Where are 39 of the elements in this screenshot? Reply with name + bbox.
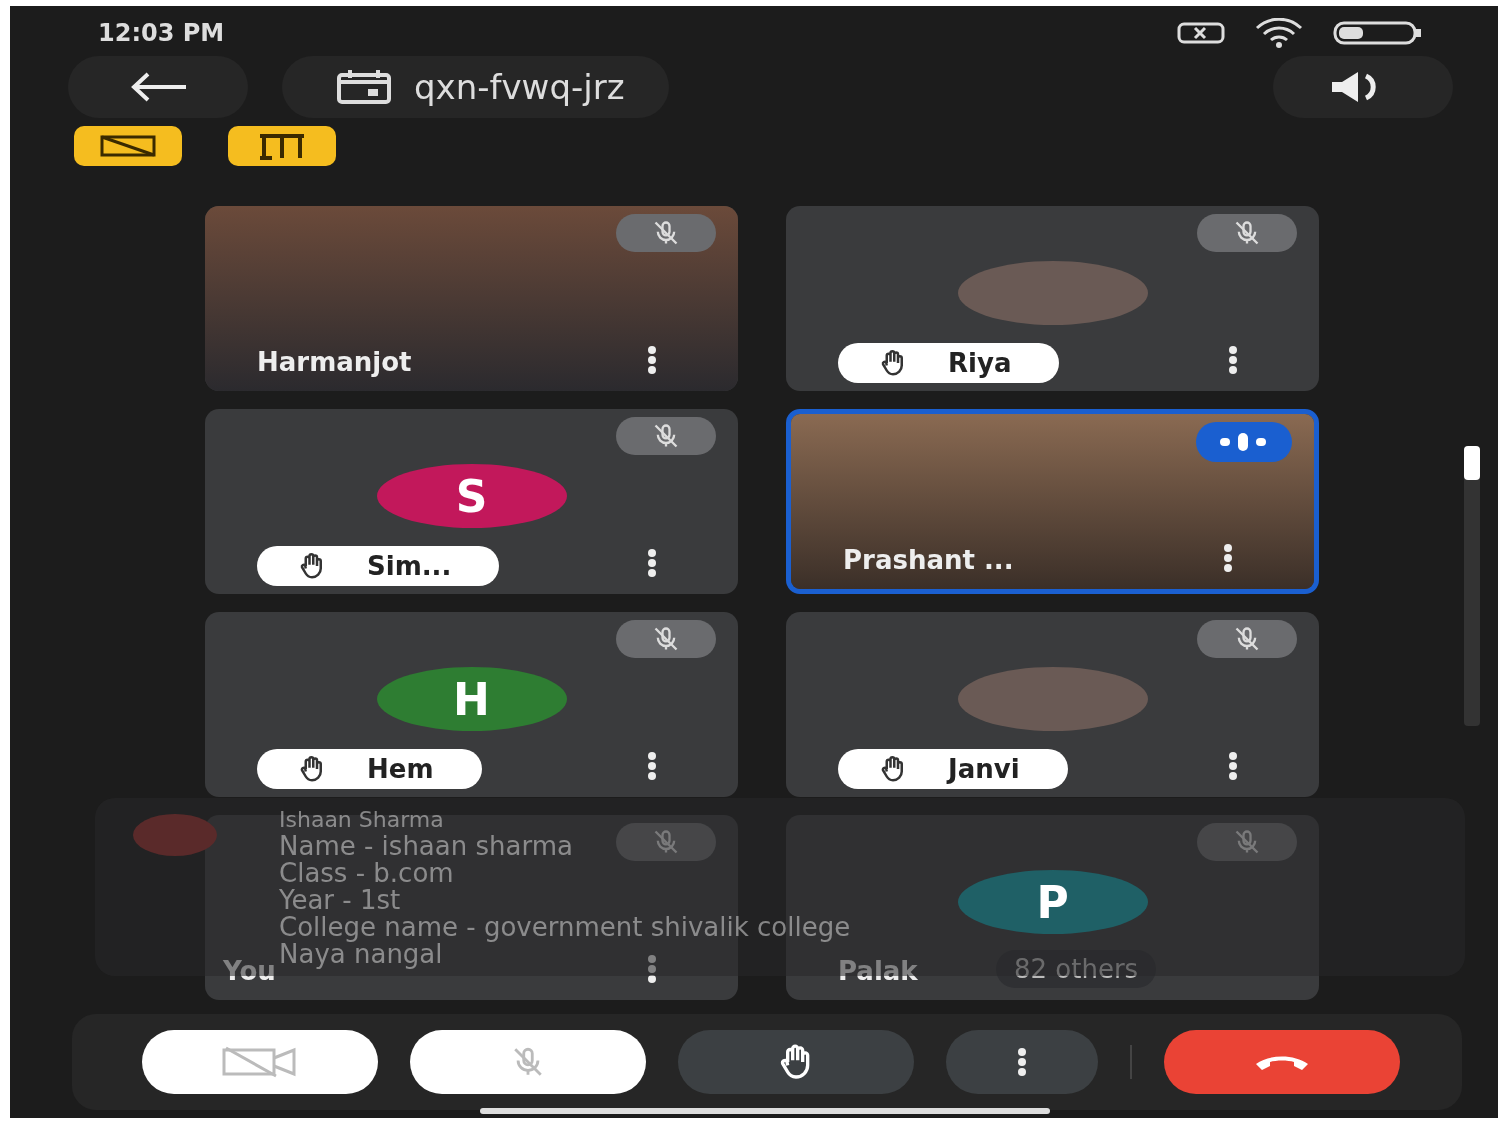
more-options-icon[interactable]: [646, 954, 658, 984]
chat-message-line: Year - 1st: [279, 887, 401, 914]
battery-icon: [1333, 21, 1423, 45]
participant-name: Harmanjot: [257, 347, 412, 377]
more-options-icon[interactable]: [1227, 345, 1239, 375]
mic-off-icon: [1233, 828, 1261, 856]
mic-off-icon: [652, 422, 680, 450]
mic-off-icon: [652, 625, 680, 653]
chat-message-line: Class - b.com: [279, 860, 454, 887]
mic-off-icon: [511, 1045, 545, 1079]
mic-off-icon: [652, 828, 680, 856]
calendar-icon: [336, 69, 392, 105]
scrollbar[interactable]: [1464, 446, 1480, 726]
mic-off-icon: [1233, 219, 1261, 247]
raised-hand-name-tag: Hem: [257, 749, 482, 789]
more-options-icon[interactable]: [646, 345, 658, 375]
wifi-icon: [1253, 18, 1305, 48]
mic-off-icon: [1233, 625, 1261, 653]
mic-off-icon: [652, 219, 680, 247]
avatar-initial: S: [376, 464, 567, 528]
participant-name: Prashant ...: [843, 545, 1014, 575]
more-options-icon[interactable]: [646, 751, 658, 781]
chat-message-line: Name - ishaan sharma: [279, 833, 573, 860]
others-count[interactable]: 82 others: [996, 950, 1157, 988]
status-time: 12:03 PM: [98, 19, 225, 47]
chat-message-line: College name - government shivalik college: [279, 914, 851, 941]
chat-message-line: Naya nangal: [279, 941, 443, 968]
more-options-icon[interactable]: [646, 548, 658, 578]
avatar-initial: H: [376, 667, 567, 731]
raised-hand-name-tag: Janvi: [838, 749, 1068, 789]
avatar-initial: P: [957, 870, 1148, 934]
more-options-icon[interactable]: [1227, 751, 1239, 781]
more-options-icon[interactable]: [1222, 543, 1234, 573]
raised-hand-name-tag: Sim...: [257, 546, 500, 586]
raised-hand-name-tag: Riya: [838, 343, 1060, 383]
chat-sender: Ishaan Sharma: [279, 806, 444, 833]
meeting-code-button[interactable]: qxn-fvwq-jrz: [282, 56, 669, 118]
more-options-icon: [1016, 1047, 1028, 1077]
sim-icon: [1177, 22, 1225, 44]
